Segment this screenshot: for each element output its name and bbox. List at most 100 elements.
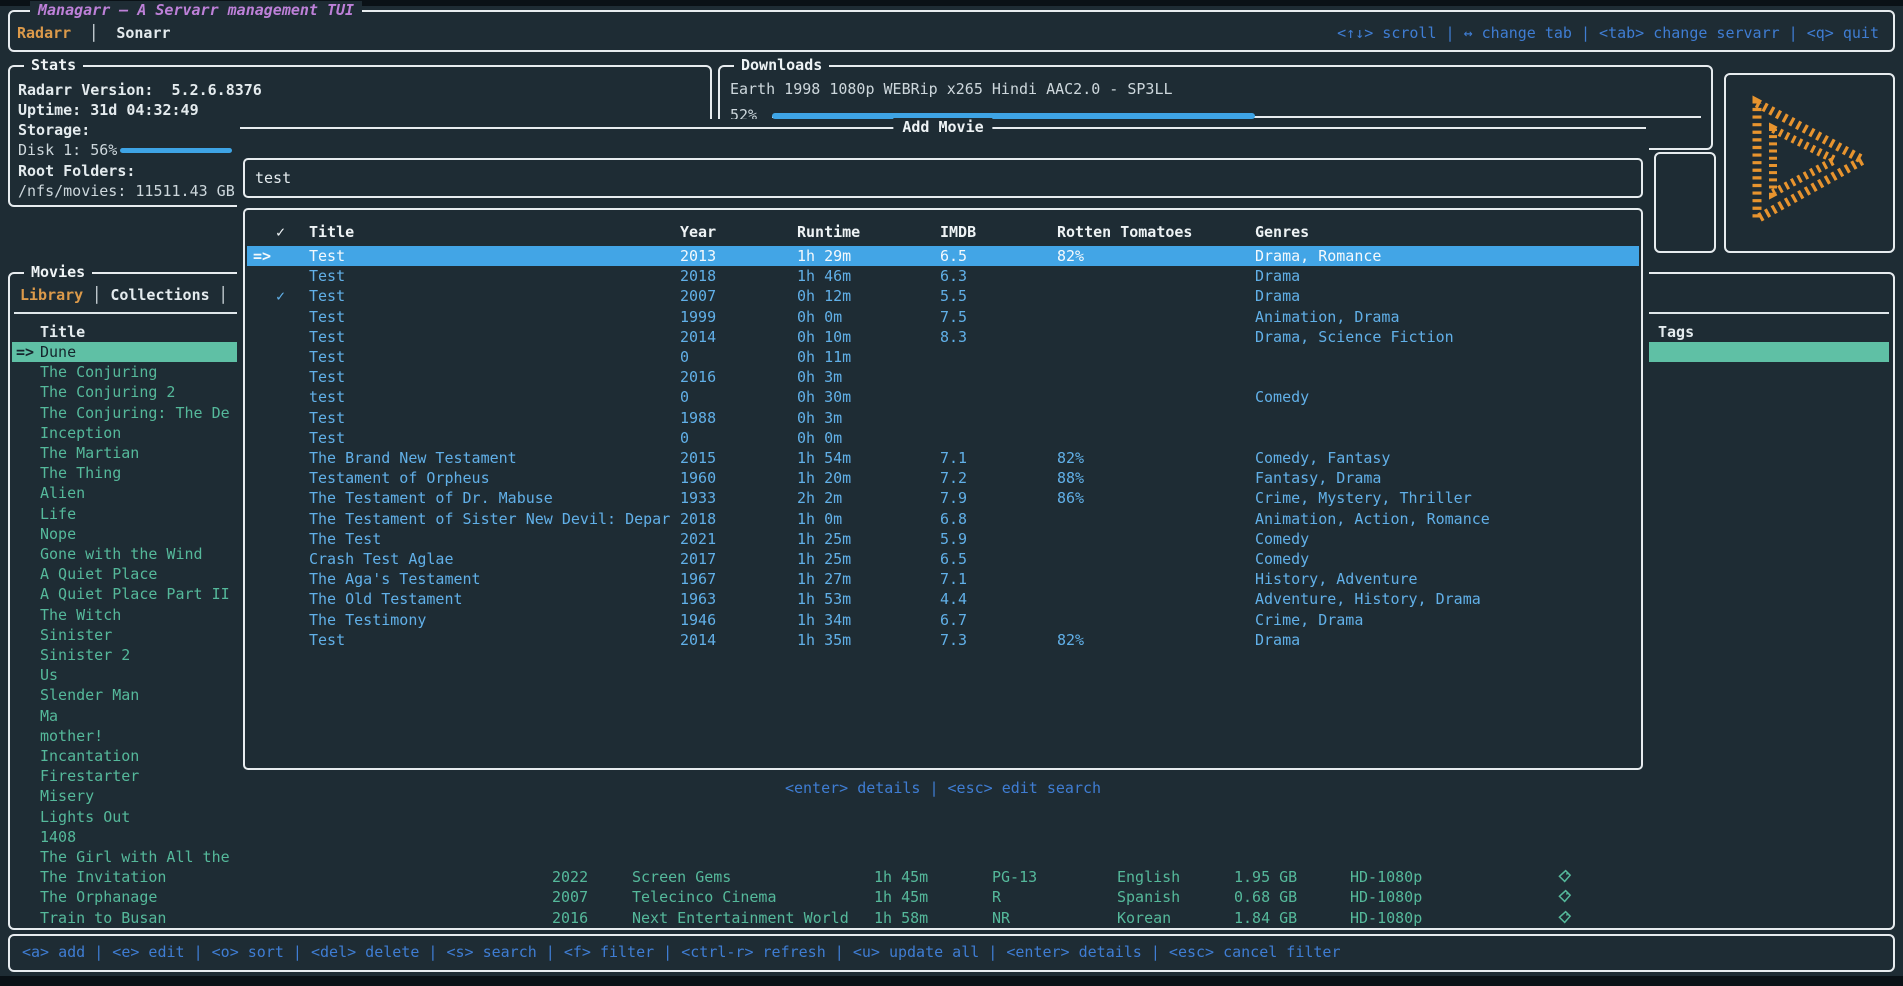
side-panel bbox=[1654, 152, 1716, 253]
cell-lang: Spanish bbox=[1117, 887, 1180, 907]
result-row[interactable]: Test20181h 46m6.3Drama bbox=[247, 266, 1639, 286]
result-row[interactable]: The Test20211h 25m5.9Comedy bbox=[247, 529, 1639, 549]
cell-title: A Quiet Place bbox=[40, 564, 157, 584]
result-row[interactable]: Test20140h 10m8.3Drama, Science Fiction bbox=[247, 327, 1639, 347]
result-row[interactable]: The Brand New Testament20151h 54m7.182%C… bbox=[247, 448, 1639, 468]
cell-title: The Conjuring: The De bbox=[40, 403, 230, 423]
cell-title: Test bbox=[309, 408, 345, 428]
cell-title: Test bbox=[309, 630, 345, 650]
servarr-tabs: Radarr │ Sonarr bbox=[17, 24, 171, 42]
cell-quality: HD-1080p bbox=[1350, 867, 1422, 887]
managarr-screen: Managarr – A Servarr management TUI Rada… bbox=[0, 0, 1903, 986]
cell-year: 2022 bbox=[552, 867, 588, 887]
cell-title: Alien bbox=[40, 483, 85, 503]
cell-title: The Conjuring bbox=[40, 362, 157, 382]
cell-year: 2018 bbox=[680, 266, 716, 286]
result-row[interactable]: The Aga's Testament19671h 27m7.1History,… bbox=[247, 569, 1639, 589]
cell-size: 1.95 GB bbox=[1234, 867, 1297, 887]
cell-runtime: 1h 0m bbox=[797, 509, 842, 529]
cell-runtime: 1h 34m bbox=[797, 610, 851, 630]
cell-title: The Witch bbox=[40, 605, 121, 625]
tag-icon bbox=[1557, 889, 1572, 909]
cell-title: The Thing bbox=[40, 463, 121, 483]
cell-title: Inception bbox=[40, 423, 121, 443]
cell-cert: PG-13 bbox=[992, 867, 1037, 887]
cell-title: Gone with the Wind bbox=[40, 544, 203, 564]
result-row[interactable]: The Old Testament19631h 53m4.4Adventure,… bbox=[247, 589, 1639, 609]
download-item-title: Earth 1998 1080p WEBRip x265 Hindi AAC2.… bbox=[730, 79, 1173, 99]
result-row[interactable]: The Testament of Sister New Devil: Depar… bbox=[247, 509, 1639, 529]
selection-marker: => bbox=[16, 342, 34, 362]
result-row[interactable]: Test00h 11m bbox=[247, 347, 1639, 367]
cell-runtime: 1h 35m bbox=[797, 630, 851, 650]
cell-year: 2013 bbox=[680, 246, 716, 266]
cell-year: 1963 bbox=[680, 589, 716, 609]
result-row[interactable]: Test19990h 0m7.5Animation, Drama bbox=[247, 307, 1639, 327]
movie-row[interactable]: The Orphanage2007Telecinco Cinema1h 45mR… bbox=[12, 887, 1889, 907]
cell-rt: 82% bbox=[1057, 448, 1084, 468]
cell-quality: HD-1080p bbox=[1350, 887, 1422, 907]
cell-runtime: 0h 0m bbox=[797, 428, 842, 448]
cell-title: Test bbox=[309, 367, 345, 387]
movies-panel-title: Movies bbox=[24, 263, 92, 281]
cell-runtime: 1h 20m bbox=[797, 468, 851, 488]
result-row[interactable]: test00h 30mComedy bbox=[247, 387, 1639, 407]
search-input[interactable]: test bbox=[243, 158, 1643, 198]
tab-radarr[interactable]: Radarr bbox=[17, 24, 71, 42]
tab-collections[interactable]: Collections bbox=[110, 286, 209, 304]
cell-genres: Drama bbox=[1255, 630, 1300, 650]
cell-title: The Invitation bbox=[40, 867, 166, 887]
result-row[interactable]: Test19880h 3m bbox=[247, 408, 1639, 428]
cell-title: The Aga's Testament bbox=[309, 569, 481, 589]
result-row[interactable]: ✓Test20070h 12m5.5Drama bbox=[247, 286, 1639, 306]
cell-genres: Comedy bbox=[1255, 549, 1309, 569]
result-row[interactable]: Testament of Orpheus19601h 20m7.288%Fant… bbox=[247, 468, 1639, 488]
cell-imdb: 7.1 bbox=[940, 569, 967, 589]
result-row[interactable]: The Testament of Dr. Mabuse19332h 2m7.98… bbox=[247, 488, 1639, 508]
cell-year: 0 bbox=[680, 428, 689, 448]
cell-year: 2016 bbox=[680, 367, 716, 387]
movie-row[interactable]: Train to Busan2016Next Entertainment Wor… bbox=[12, 908, 1889, 928]
result-row[interactable]: Crash Test Aglae20171h 25m6.5Comedy bbox=[247, 549, 1639, 569]
cell-rt: 88% bbox=[1057, 468, 1084, 488]
cell-lang: English bbox=[1117, 867, 1180, 887]
cell-runtime: 1h 54m bbox=[797, 448, 851, 468]
cell-imdb: 4.4 bbox=[940, 589, 967, 609]
add-movie-popup: Add Movie test ✓ Title Year Runtime IMDB… bbox=[237, 119, 1649, 865]
bottom-strip bbox=[0, 976, 1903, 986]
header-window: Managarr – A Servarr management TUI Rada… bbox=[8, 10, 1895, 52]
cell-genres: Drama bbox=[1255, 266, 1300, 286]
result-row[interactable]: Test20141h 35m7.382%Drama bbox=[247, 630, 1639, 650]
result-row[interactable]: The Testimony19461h 34m6.7Crime, Drama bbox=[247, 610, 1639, 630]
global-keybinds: <↑↓> scroll | ↔ change tab | <tab> chang… bbox=[1337, 24, 1879, 42]
cell-title: The Martian bbox=[40, 443, 139, 463]
radarr-version: Radarr Version: 5.2.6.8376 bbox=[18, 80, 262, 100]
tab-sonarr[interactable]: Sonarr bbox=[116, 24, 170, 42]
cell-year: 2014 bbox=[680, 327, 716, 347]
tab-library[interactable]: Library bbox=[20, 286, 83, 304]
cell-runtime: 1h 46m bbox=[797, 266, 851, 286]
cell-title: Test bbox=[309, 286, 345, 306]
result-row[interactable]: Test20160h 3m bbox=[247, 367, 1639, 387]
tab-separator: │ bbox=[83, 286, 110, 304]
result-row[interactable]: =>Test20131h 29m6.582%Drama, Romance bbox=[247, 246, 1639, 266]
cell-runtime: 0h 0m bbox=[797, 307, 842, 327]
root-folders-label: Root Folders: bbox=[18, 161, 135, 181]
result-row[interactable]: Test00h 0m bbox=[247, 428, 1639, 448]
search-input-value: test bbox=[255, 160, 291, 196]
cell-title: Testament of Orpheus bbox=[309, 468, 490, 488]
cell-quality: HD-1080p bbox=[1350, 908, 1422, 928]
cell-imdb: 7.2 bbox=[940, 468, 967, 488]
cell-lang: Korean bbox=[1117, 908, 1171, 928]
tab-separator: │ bbox=[210, 286, 228, 304]
logo-panel bbox=[1724, 73, 1895, 253]
cell-genres: Comedy bbox=[1255, 387, 1309, 407]
app-title: Managarr – A Servarr management TUI bbox=[30, 1, 362, 19]
cell-year: 2007 bbox=[680, 286, 716, 306]
disk-usage-label: Disk 1: 56% bbox=[18, 140, 117, 160]
cell-rt: 82% bbox=[1057, 246, 1084, 266]
cell-imdb: 7.9 bbox=[940, 488, 967, 508]
movie-row[interactable]: The Invitation2022Screen Gems1h 45mPG-13… bbox=[12, 867, 1889, 887]
cell-title: The Orphanage bbox=[40, 887, 157, 907]
table-keybinds: <a> add | <e> edit | <o> sort | <del> de… bbox=[22, 943, 1341, 961]
